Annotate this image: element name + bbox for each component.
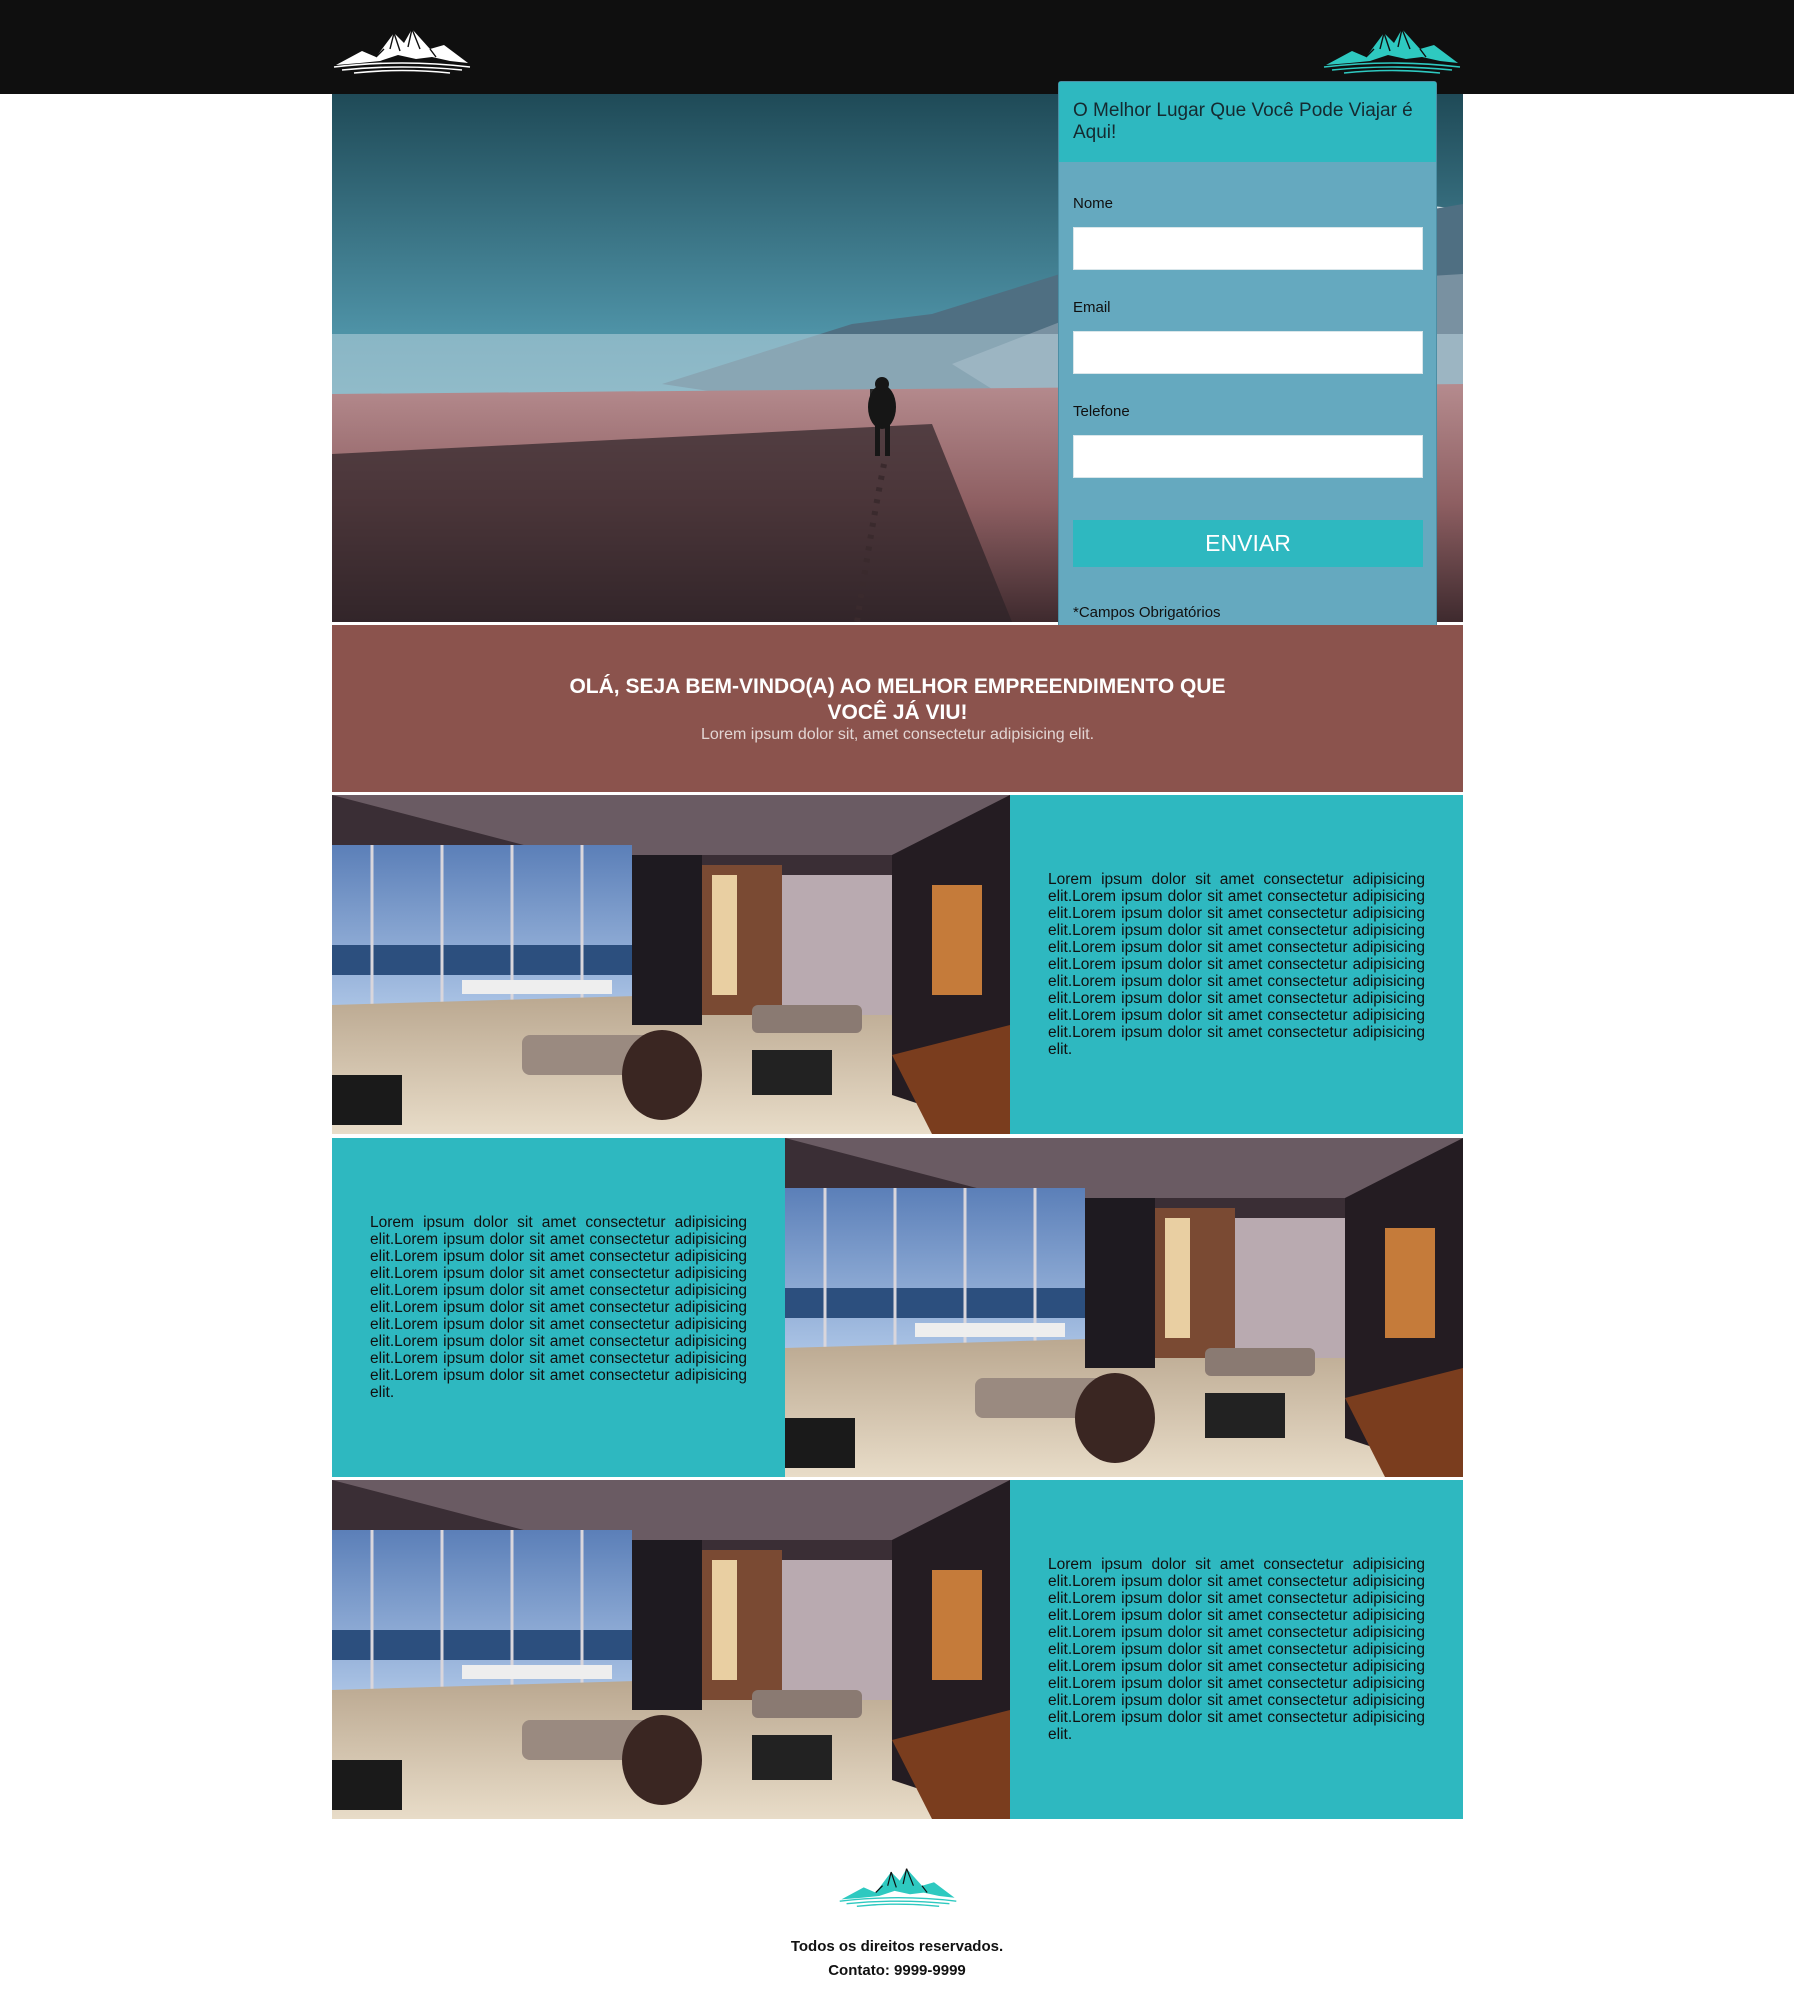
mountain-logo-white-icon[interactable] bbox=[332, 19, 472, 75]
name-input[interactable] bbox=[1073, 227, 1423, 270]
mountain-logo-teal-icon[interactable] bbox=[838, 1860, 958, 1908]
footer-rights: Todos os direitos reservados. bbox=[790, 1938, 1004, 1955]
submit-button[interactable]: ENVIAR bbox=[1073, 520, 1423, 567]
phone-input[interactable] bbox=[1073, 435, 1423, 478]
welcome-subtitle: Lorem ipsum dolor sit, amet consectetur … bbox=[700, 726, 1095, 743]
welcome-banner: OLÁ, SEJA BEM-VINDO(A) AO MELHOR EMPREEN… bbox=[332, 625, 1463, 792]
feature-description: Lorem ipsum dolor sit amet consectetur a… bbox=[1048, 871, 1425, 1058]
signup-form-card: O Melhor Lugar Que Você Pode Viajar é Aq… bbox=[1058, 81, 1437, 636]
required-fields-note: *Campos Obrigatórios bbox=[1073, 604, 1221, 621]
feature-section-2: Lorem ipsum dolor sit amet consectetur a… bbox=[332, 1138, 1463, 1477]
feature-description: Lorem ipsum dolor sit amet consectetur a… bbox=[1048, 1556, 1425, 1743]
feature-description: Lorem ipsum dolor sit amet consectetur a… bbox=[370, 1214, 747, 1401]
feature-section-1: Lorem ipsum dolor sit amet consectetur a… bbox=[332, 795, 1463, 1134]
feature-text-panel: Lorem ipsum dolor sit amet consectetur a… bbox=[1010, 1480, 1463, 1819]
email-input[interactable] bbox=[1073, 331, 1423, 374]
form-body: Nome Email Telefone ENVIAR *Campos Obrig… bbox=[1059, 195, 1436, 621]
phone-label: Telefone bbox=[1073, 403, 1130, 420]
living-room-render-photo bbox=[332, 795, 1010, 1134]
feature-text-panel: Lorem ipsum dolor sit amet consectetur a… bbox=[332, 1138, 785, 1477]
form-title: O Melhor Lugar Que Você Pode Viajar é Aq… bbox=[1059, 82, 1436, 162]
feature-text-panel: Lorem ipsum dolor sit amet consectetur a… bbox=[1010, 795, 1463, 1134]
mountain-logo-teal-icon[interactable] bbox=[1322, 19, 1462, 75]
living-room-render-photo bbox=[332, 1480, 1010, 1819]
email-label: Email bbox=[1073, 299, 1111, 316]
living-room-render-photo bbox=[785, 1138, 1463, 1477]
footer-contact: Contato: 9999-9999 bbox=[828, 1962, 966, 1979]
welcome-title: OLÁ, SEJA BEM-VINDO(A) AO MELHOR EMPREEN… bbox=[332, 674, 1463, 726]
feature-section-3: Lorem ipsum dolor sit amet consectetur a… bbox=[332, 1480, 1463, 1819]
top-header-bar bbox=[0, 0, 1794, 94]
name-label: Nome bbox=[1073, 195, 1114, 212]
welcome-title-text: OLÁ, SEJA BEM-VINDO(A) AO MELHOR EMPREEN… bbox=[569, 675, 1226, 724]
